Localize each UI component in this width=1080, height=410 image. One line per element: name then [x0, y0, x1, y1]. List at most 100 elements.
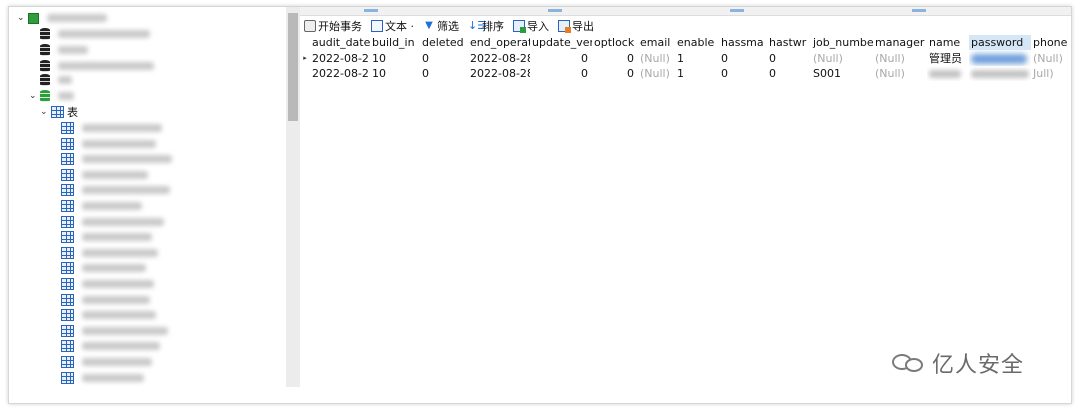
grid-cell[interactable]: 0: [420, 50, 468, 66]
object-tree: ⌄ ⌄ ⌄ 表: [9, 7, 286, 387]
tree-scrollbar[interactable]: [286, 7, 300, 387]
tab[interactable]: [548, 9, 562, 12]
table-icon: [61, 262, 74, 275]
begin-transaction-button[interactable]: 开始事务: [304, 18, 362, 34]
grid-cell[interactable]: (Null): [638, 66, 675, 81]
tree-database[interactable]: [40, 43, 88, 57]
tree-table-item[interactable]: [61, 199, 142, 213]
tree-table-item[interactable]: [61, 137, 156, 151]
table-row[interactable]: 2022-08-21 10 0 2022-08-28 1 0 0 (Null) …: [300, 66, 1071, 81]
column-header[interactable]: deleted: [420, 35, 468, 50]
grid-cell[interactable]: (Null): [638, 50, 675, 66]
grid-cell[interactable]: 1: [675, 50, 719, 66]
table-icon: [61, 246, 74, 259]
grid-cell[interactable]: 0: [530, 50, 592, 66]
column-header[interactable]: audit_date: [310, 35, 370, 50]
tree-table-item[interactable]: [61, 308, 156, 322]
grid-cell[interactable]: 2022-08-21: [310, 50, 370, 66]
redacted-label: [58, 62, 154, 70]
column-header[interactable]: job_number: [811, 35, 873, 50]
grid-cell[interactable]: 0: [767, 50, 811, 66]
tab[interactable]: [364, 9, 378, 12]
grid-cell[interactable]: 1: [675, 66, 719, 81]
grid-cell[interactable]: 0: [592, 50, 638, 66]
table-icon: [61, 153, 74, 166]
watermark-text: 亿人安全: [932, 353, 1025, 378]
grid-cell[interactable]: 10: [370, 66, 420, 81]
tree-table-item[interactable]: [61, 152, 172, 166]
tree-database[interactable]: [40, 27, 150, 41]
import-button[interactable]: 导入: [513, 18, 549, 34]
grid-cell-redacted[interactable]: [927, 66, 969, 81]
grid-cell[interactable]: Jull): [1031, 66, 1071, 81]
column-header[interactable]: phone: [1031, 35, 1071, 50]
chevron-down-icon[interactable]: ⌄: [40, 107, 49, 117]
scrollbar-thumb[interactable]: [288, 13, 298, 121]
database-icon: [40, 44, 50, 56]
grid-cell[interactable]: (Null): [873, 50, 927, 66]
column-header[interactable]: email: [638, 35, 675, 50]
column-header[interactable]: hassma: [719, 35, 767, 50]
tree-table-item[interactable]: [61, 261, 146, 275]
redacted-label: [82, 311, 156, 320]
tree-table-item[interactable]: [61, 183, 170, 197]
tree-connection[interactable]: ⌄: [17, 11, 107, 25]
tab[interactable]: [730, 9, 744, 12]
tree-table-item[interactable]: [61, 371, 144, 385]
column-header[interactable]: optlock: [592, 35, 638, 50]
column-header-selected[interactable]: password: [969, 35, 1031, 50]
tree-table-item[interactable]: [61, 215, 164, 229]
sort-button[interactable]: ↓☰ 排序: [468, 18, 504, 34]
grid-cell[interactable]: (Null): [811, 50, 873, 66]
grid-cell-redacted[interactable]: [969, 66, 1031, 81]
column-header[interactable]: manager: [873, 35, 927, 50]
grid-cell[interactable]: S001: [811, 66, 873, 81]
redacted-label: [82, 295, 150, 304]
tree-database[interactable]: [40, 73, 72, 87]
watermark: 亿人安全: [892, 347, 1024, 379]
column-header[interactable]: end_operatic: [468, 35, 530, 50]
tab[interactable]: [912, 9, 926, 12]
column-header[interactable]: hastwr: [767, 35, 811, 50]
grid-cell[interactable]: 管理员: [927, 50, 969, 66]
tree-table-item[interactable]: [61, 277, 154, 291]
grid-cell[interactable]: 0: [719, 50, 767, 66]
grid-cell[interactable]: 2022-08-28 1: [468, 66, 530, 81]
grid-cell[interactable]: 2022-08-21: [310, 66, 370, 81]
grid-cell[interactable]: 0: [592, 66, 638, 81]
tree-table-item[interactable]: [61, 230, 152, 244]
app-window: ⌄ ⌄ ⌄ 表 开始事务 文本 · ▼ 筛选 ↓☰ 排序 导入 导出 audit…: [8, 6, 1072, 404]
grid-cell[interactable]: (Null): [873, 66, 927, 81]
tree-table-item[interactable]: [61, 355, 152, 369]
redacted-label: [58, 30, 150, 38]
chevron-down-icon[interactable]: ⌄: [29, 91, 38, 101]
grid-cell[interactable]: 0: [420, 66, 468, 81]
table-row[interactable]: ▸ 2022-08-21 10 0 2022-08-28 1 0 0 (Null…: [300, 50, 1071, 66]
tree-table-item[interactable]: [61, 339, 160, 353]
chevron-down-icon[interactable]: ⌄: [17, 13, 26, 23]
column-header[interactable]: build_in: [370, 35, 420, 50]
text-view-button[interactable]: 文本 ·: [371, 18, 414, 34]
tree-table-item[interactable]: [61, 168, 148, 182]
filter-button[interactable]: ▼ 筛选: [423, 18, 459, 34]
tree-table-item[interactable]: [61, 246, 158, 260]
column-header[interactable]: update_versi: [530, 35, 592, 50]
tree-table-item[interactable]: [61, 121, 162, 135]
grid-cell[interactable]: 10: [370, 50, 420, 66]
tree-table-item[interactable]: [61, 324, 168, 338]
column-header[interactable]: name: [927, 35, 969, 50]
grid-cell[interactable]: 0: [530, 66, 592, 81]
tree-database-open[interactable]: ⌄: [29, 89, 74, 103]
grid-cell[interactable]: 0: [767, 66, 811, 81]
tree-tables-group[interactable]: ⌄ 表: [40, 105, 78, 119]
grid-cell[interactable]: (Null): [1031, 50, 1071, 66]
grid-cell-redacted[interactable]: [969, 50, 1031, 66]
filter-label: 筛选: [437, 20, 459, 33]
tree-database[interactable]: [40, 59, 154, 73]
column-header[interactable]: enable: [675, 35, 719, 50]
grid-cell[interactable]: 0: [719, 66, 767, 81]
tree-table-item[interactable]: [61, 293, 150, 307]
redacted-label: [82, 155, 172, 164]
export-button[interactable]: 导出: [558, 18, 594, 34]
grid-cell[interactable]: 2022-08-28 1: [468, 50, 530, 66]
